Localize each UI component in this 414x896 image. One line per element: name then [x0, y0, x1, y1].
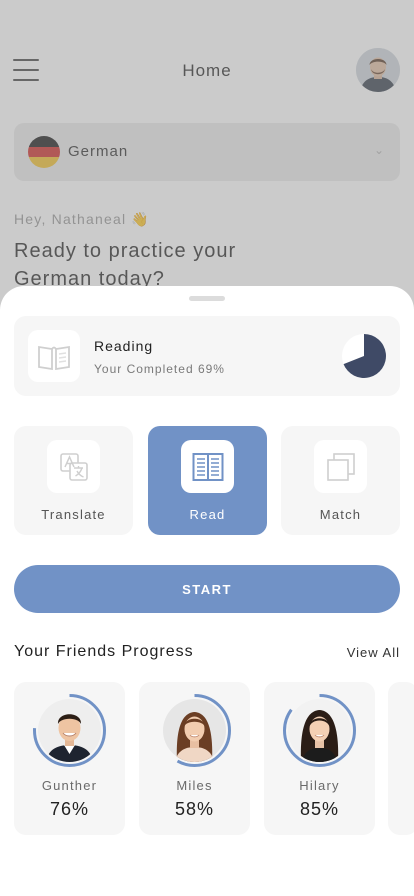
- practice-modes: Translate Read Match: [14, 426, 400, 535]
- mode-match[interactable]: Match: [281, 426, 400, 535]
- mode-translate[interactable]: Translate: [14, 426, 133, 535]
- bottom-sheet: Reading Your Completed 69% Translate Rea…: [0, 286, 414, 896]
- friend-name: Hilary: [299, 778, 340, 793]
- translate-icon: [47, 440, 100, 493]
- friend-avatar: [163, 699, 226, 762]
- reading-title: Reading: [94, 338, 154, 354]
- friend-avatar: [38, 699, 101, 762]
- friend-percent: 85%: [299, 799, 340, 819]
- friends-section-title: Your Friends Progress: [14, 643, 194, 660]
- friend-percent: 58%: [174, 799, 215, 819]
- copy-icon: [314, 440, 367, 493]
- reading-subtitle: Your Completed 69%: [94, 362, 225, 376]
- start-button[interactable]: START: [14, 565, 400, 613]
- friend-name: Miles: [176, 778, 213, 793]
- friend-percent: 76%: [49, 799, 90, 819]
- mode-label: Translate: [41, 507, 106, 522]
- view-all-link[interactable]: View All: [347, 645, 400, 660]
- friend-card[interactable]: Gunther 76%: [14, 682, 125, 835]
- mode-label: Match: [319, 507, 362, 522]
- friend-card[interactable]: Hilary 85%: [264, 682, 375, 835]
- book-icon: [181, 440, 234, 493]
- friend-card[interactable]: Miles 58%: [139, 682, 250, 835]
- friend-avatar: [288, 699, 351, 762]
- mode-label: Read: [189, 507, 226, 522]
- drag-handle[interactable]: [189, 296, 225, 301]
- friend-card-peek[interactable]: [388, 682, 414, 835]
- mode-read[interactable]: Read: [148, 426, 267, 535]
- friend-name: Gunther: [41, 778, 98, 793]
- open-book-icon: [28, 330, 80, 382]
- reading-progress-card[interactable]: Reading Your Completed 69%: [14, 316, 400, 396]
- progress-pie-chart: [342, 334, 386, 378]
